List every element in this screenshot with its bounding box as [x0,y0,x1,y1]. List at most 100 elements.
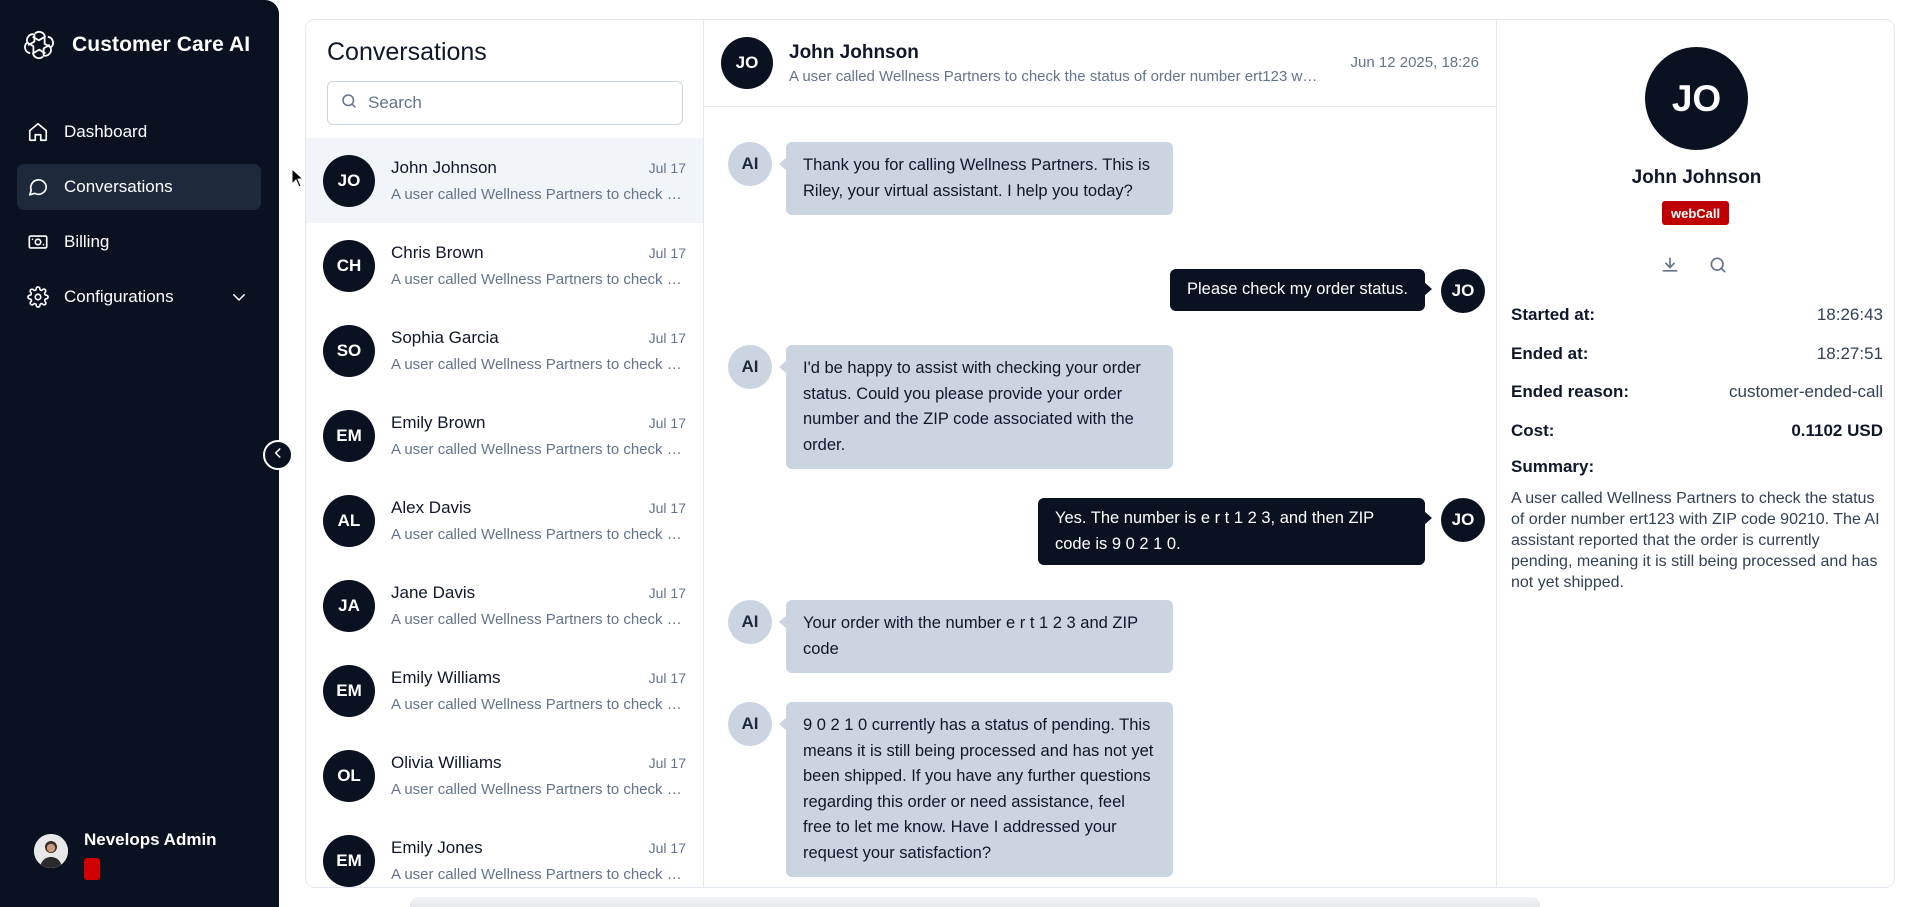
openai-knot-icon [20,26,58,64]
list-item[interactable]: AL Alex Davis Jul 17 A user called Wellne… [306,478,703,563]
search-box[interactable] [327,81,683,125]
chat-panel: JO John Johnson A user called Wellness P… [704,20,1497,887]
home-icon [26,120,50,144]
conversation-preview: A user called Wellness Partners to check… [391,186,683,203]
message-bubble: 9 0 2 1 0 currently has a status of pend… [779,702,1173,877]
avatar: JO [721,37,773,89]
conversation-date: Jul 17 [648,245,686,261]
avatar: CH [323,239,375,292]
detail-label: Ended reason: [1511,382,1630,401]
conversation-preview: A user called Wellness Partners to check… [391,441,683,458]
list-item[interactable]: EM Emily Brown Jul 17 A user called Welln… [306,393,703,478]
nav-item-conversations[interactable]: Conversations [17,164,261,210]
detail-value: 18:27:51 [1816,343,1883,363]
message-thread: AI Thank you for calling Wellness Partne… [704,107,1496,887]
main-nav: Dashboard Conversations Billing Configur… [17,109,261,329]
list-item[interactable]: SO Sophia Garcia Jul 17 A user called Wel… [306,308,703,393]
page-title: Conversations [327,38,487,66]
contact-name: Alex Davis [391,498,472,517]
conversation-list: JO John Johnson Jul 17 A user called Well… [306,138,703,887]
detail-value: customer-ended-call [1728,382,1883,401]
nav-item-dashboard[interactable]: Dashboard [17,109,261,155]
conversation-date: Jul 17 [648,500,686,516]
conversation-list-panel: Conversations JO John Johnson Jul 17 A us… [306,20,704,887]
banknote-icon [26,230,50,254]
contact-name: Sophia Garcia [391,328,499,347]
brand[interactable]: Customer Care AI [20,26,250,64]
avatar: EM [323,664,375,717]
summary-label: Summary: [1511,457,1595,476]
detail-label: Started at: [1511,305,1596,324]
chat-bubble-icon [26,175,50,199]
conversation-preview: A user called Wellness Partners to check… [391,696,683,713]
nav-item-configurations[interactable]: Configurations [17,274,261,320]
nav-item-billing[interactable]: Billing [17,219,261,265]
chat-datetime: Jun 12 2025, 18:26 [1350,54,1479,71]
nav-item-label: Configurations [64,287,174,306]
conversation-date: Jul 17 [648,585,686,601]
conversation-preview: A user called Wellness Partners to check… [391,356,683,373]
sidebar: Customer Care AI Dashboard Conversations… [0,0,279,907]
list-item[interactable]: JO John Johnson Jul 17 A user called Well… [306,138,703,223]
details-panel: JO John Johnson webCall Started at: 18:2… [1498,20,1894,887]
conversation-preview: A user called Wellness Partners to check… [391,526,683,543]
message-bubble: Thank you for calling Wellness Partners.… [779,142,1173,215]
chat-header: JO John Johnson A user called Wellness P… [704,20,1496,107]
list-item[interactable]: EM Emily Williams Jul 17 A user called We… [306,648,703,733]
avatar: OL [323,749,375,802]
avatar [34,834,68,868]
message-bubble: I'd be happy to assist with checking you… [779,345,1173,469]
chevron-down-icon[interactable] [227,285,251,309]
avatar: AI [728,142,772,186]
search-icon [340,92,358,115]
contact-name: Chris Brown [391,243,484,262]
bottom-scroll-shadow [410,897,1540,907]
contact-name: Emily Williams [391,668,501,687]
detail-label: Ended at: [1511,343,1589,363]
conversation-preview: A user called Wellness Partners to check… [391,271,683,288]
message-bubble: Yes. The number is e r t 1 2 3, and then… [1038,498,1432,565]
detail-row-started: Started at: 18:26:43 [1511,305,1883,344]
main-panel: Conversations JO John Johnson Jul 17 A us… [305,19,1895,888]
avatar: AI [728,702,772,746]
avatar: EM [323,834,375,887]
detail-row-cost: Cost: 0.1102 USD [1511,421,1883,460]
user-role-badge [84,858,100,880]
ai-message: AI Your order with the number e r t 1 2 … [728,600,1173,673]
conversation-date: Jul 17 [648,330,686,346]
conversation-date: Jul 17 [648,160,686,176]
avatar: JO [323,154,375,207]
list-item[interactable]: OL Olivia Williams Jul 17 A user called W… [306,733,703,818]
ai-message: AI 9 0 2 1 0 currently has a status of p… [728,702,1173,877]
collapse-sidebar-button[interactable] [263,440,293,470]
avatar: AI [728,600,772,644]
message-bubble: Your order with the number e r t 1 2 3 a… [779,600,1173,673]
list-item[interactable]: JA Jane Davis Jul 17 A user called Wellne… [306,563,703,648]
list-item[interactable]: CH Chris Brown Jul 17 A user called Welln… [306,223,703,308]
avatar: JA [323,579,375,632]
search-input[interactable] [368,93,668,113]
search-icon[interactable] [1707,254,1729,276]
detail-row-ended-reason: Ended reason: customer-ended-call [1511,382,1883,421]
detail-label: Cost: [1511,420,1555,440]
contact-name: Emily Brown [391,413,486,432]
user-profile[interactable]: Nevelops Admin [34,826,217,880]
detail-value: 18:26:43 [1816,305,1883,324]
conversation-date: Jul 17 [648,670,686,686]
avatar: AL [323,494,375,547]
brand-title: Customer Care AI [72,33,251,56]
avatar: JO [1441,498,1485,542]
chevron-left-icon [271,446,285,465]
avatar: EM [323,409,375,462]
avatar: JO [1645,47,1748,150]
call-details: Started at: 18:26:43 Ended at: 18:27:51 … [1511,305,1883,459]
conversation-date: Jul 17 [648,840,686,856]
details-actions [1659,254,1729,276]
list-item[interactable]: EM Emily Jones Jul 17 A user called Welln… [306,818,703,887]
contact-name: John Johnson [391,158,497,177]
conversation-preview: A user called Wellness Partners to check… [391,781,683,798]
summary-text: A user called Wellness Partners to check… [1511,490,1880,591]
download-icon[interactable] [1659,254,1681,276]
nav-item-label: Billing [64,232,110,251]
detail-row-ended: Ended at: 18:27:51 [1511,344,1883,383]
